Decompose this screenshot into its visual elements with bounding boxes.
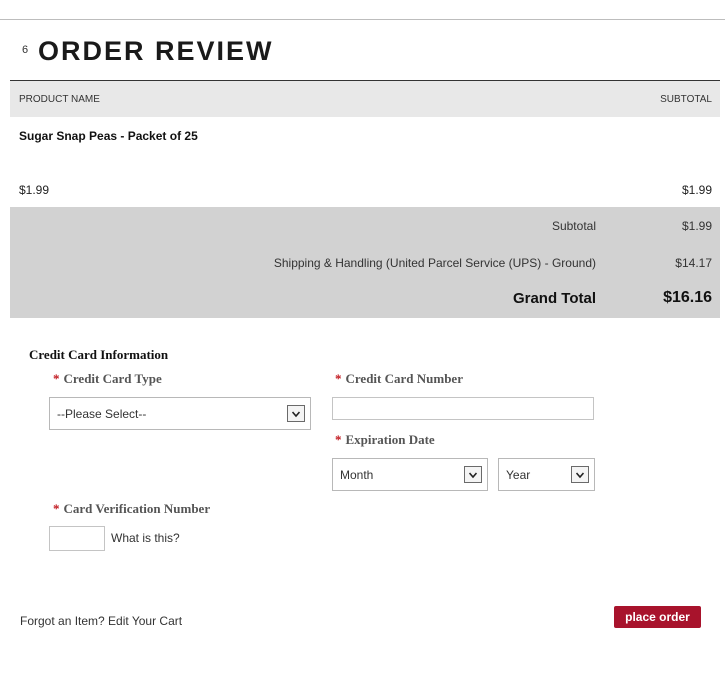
required-mark: *: [53, 371, 60, 386]
card-number-input[interactable]: [332, 397, 594, 420]
grand-total-label: Grand Total: [512, 290, 596, 307]
line-subtotal: $1.99: [681, 183, 712, 197]
credit-card-heading: Credit Card Information: [29, 347, 169, 362]
expiration-year-select[interactable]: Year: [498, 458, 595, 491]
card-type-label: * Credit Card Type: [53, 371, 162, 387]
expiration-label: * Expiration Date: [335, 432, 435, 448]
chevron-down-icon[interactable]: [464, 466, 482, 483]
chevron-down-icon[interactable]: [287, 405, 305, 422]
card-type-select[interactable]: --Please Select--: [49, 397, 311, 430]
shipping-value: $14.17: [675, 256, 712, 270]
chevron-down-icon[interactable]: [571, 466, 589, 483]
unit-price: $1.99: [19, 183, 50, 197]
required-mark: *: [335, 432, 342, 447]
expiration-month-select[interactable]: Month: [332, 458, 488, 491]
required-mark: *: [53, 501, 60, 516]
order-totals: Subtotal $1.99 Shipping & Handling (Unit…: [10, 207, 720, 318]
step-number: 6: [22, 44, 29, 56]
place-order-button[interactable]: place order: [614, 606, 701, 628]
shipping-label: Shipping & Handling (United Parcel Servi…: [273, 256, 596, 270]
top-divider: [0, 19, 725, 20]
card-number-label-text: Credit Card Number: [345, 371, 463, 386]
expiration-month-value: Month: [340, 468, 374, 482]
subtotal-header: SUBTOTAL: [660, 94, 712, 105]
product-name-header: PRODUCT NAME: [19, 94, 100, 105]
table-header-row: PRODUCT NAME SUBTOTAL: [10, 81, 720, 117]
grand-total-value: $16.16: [663, 289, 712, 306]
cvn-input[interactable]: [49, 526, 105, 551]
subtotal-value: $1.99: [681, 219, 712, 233]
cvn-label: * Card Verification Number: [53, 501, 210, 517]
expiration-label-text: Expiration Date: [345, 432, 435, 447]
section-title: ORDER REVIEW: [38, 36, 274, 66]
card-type-selected-value: --Please Select--: [57, 407, 147, 421]
expiration-year-value: Year: [506, 468, 531, 482]
card-number-label: * Credit Card Number: [335, 371, 463, 387]
cvn-help-link[interactable]: What is this?: [111, 531, 180, 545]
subtotal-label: Subtotal: [551, 219, 596, 233]
required-mark: *: [335, 371, 342, 386]
product-name: Sugar Snap Peas - Packet of 25: [19, 129, 198, 143]
cvn-label-text: Card Verification Number: [63, 501, 211, 516]
edit-cart-link[interactable]: Forgot an Item? Edit Your Cart: [20, 614, 182, 628]
card-type-label-text: Credit Card Type: [63, 371, 162, 386]
